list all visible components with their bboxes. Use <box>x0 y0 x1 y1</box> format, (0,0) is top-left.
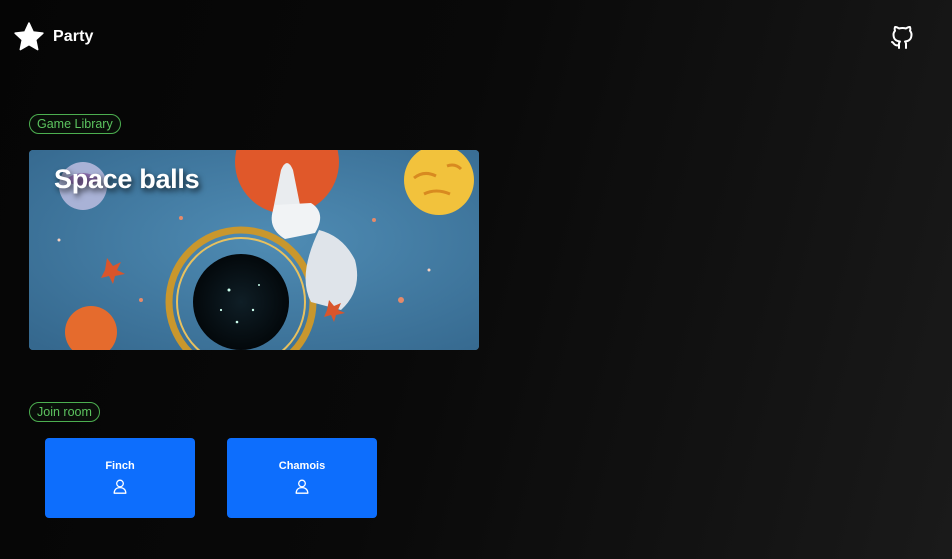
home-link[interactable]: Party <box>13 21 94 53</box>
room-name: Chamois <box>278 460 326 472</box>
room-card-chamois[interactable]: Chamois <box>227 438 377 518</box>
game-title: Space balls <box>54 164 200 194</box>
user-icon <box>295 479 309 494</box>
user-icon <box>113 479 127 494</box>
game-library-label: Game Library <box>29 114 121 134</box>
game-card-space-balls[interactable]: Space balls <box>29 150 479 350</box>
room-name: Finch <box>105 460 135 472</box>
join-room-label: Join room <box>29 402 100 422</box>
room-card-finch[interactable]: Finch <box>45 438 195 518</box>
brand-name: Party <box>53 28 94 45</box>
star-icon <box>14 22 44 51</box>
github-link[interactable] <box>890 26 914 50</box>
app-header: Party <box>0 0 952 76</box>
github-icon <box>891 26 913 49</box>
